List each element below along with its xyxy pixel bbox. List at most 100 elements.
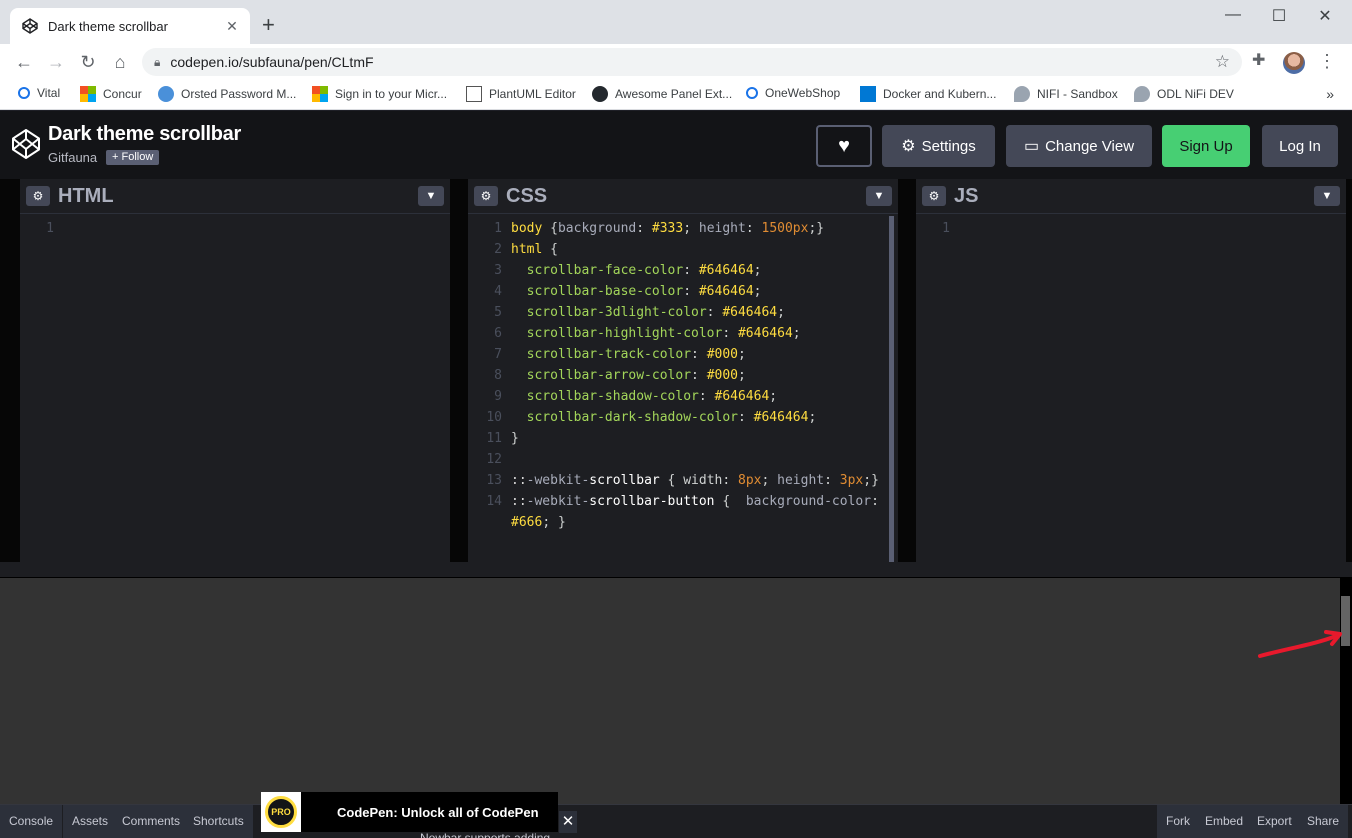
export-button[interactable]: Export (1248, 805, 1302, 838)
bookmark-item[interactable]: Awesome Panel Ext... (592, 86, 732, 102)
resize-divider[interactable] (0, 562, 1352, 578)
profile-avatar[interactable] (1283, 52, 1305, 74)
bookmark-item[interactable]: Sign in to your Micr... (312, 86, 447, 102)
pane-title-html: HTML (58, 185, 114, 207)
bookmark-item[interactable]: Concur (80, 86, 142, 102)
settings-label: Settings (921, 137, 976, 155)
bookmark-label: Docker and Kubern... (883, 87, 997, 101)
bookmark-label: Awesome Panel Ext... (615, 87, 733, 101)
codepen-favicon-icon (22, 18, 38, 34)
browser-menu-icon[interactable]: ⋮ (1318, 51, 1336, 72)
gear-icon[interactable]: ⚙ (26, 186, 50, 206)
line-number: 12 (486, 452, 502, 467)
gear-icon[interactable]: ⚙ (474, 186, 498, 206)
settings-button[interactable]: ⚙ Settings (882, 125, 995, 167)
reload-icon[interactable]: ↻ (76, 50, 100, 74)
back-icon[interactable]: ← (12, 50, 36, 74)
code-line: ::-webkit-scrollbar-button { background-… (511, 494, 887, 530)
bookmark-label: Orsted Password M... (181, 87, 297, 101)
line-number: 11 (486, 431, 502, 446)
code-line: scrollbar-3dlight-color: #646464; (526, 305, 785, 320)
css-editor-scrollbar[interactable] (889, 216, 894, 562)
js-editor[interactable]: ⚙ JS ▼ 1 (916, 179, 1346, 562)
minimize-icon[interactable]: — (1210, 6, 1256, 24)
annotation-arrow (1258, 630, 1342, 658)
editor-area: ⚙ HTML ▼ 1 ⚙ CSS ▼ 1 body {background: #3… (0, 179, 1352, 562)
css-pane-header: ⚙ CSS ▼ (468, 179, 898, 214)
js-pane-header: ⚙ JS ▼ (916, 179, 1346, 214)
pro-badge-icon: PRO (265, 796, 297, 828)
tab-close-icon[interactable]: ✕ (224, 18, 240, 35)
share-button[interactable]: Share (1298, 805, 1350, 838)
assets-button[interactable]: Assets (63, 805, 119, 838)
sign-up-button[interactable]: Sign Up (1162, 125, 1250, 167)
home-icon[interactable]: ⌂ (108, 50, 132, 74)
bookmark-star-icon[interactable]: ☆ (1215, 52, 1230, 72)
bookmarks-bar: Vital Concur Orsted Password M... Sign i… (0, 80, 1352, 110)
code-line: ::-webkit-scrollbar { width: 8px; height… (511, 473, 879, 488)
maximize-icon[interactable]: ☐ (1256, 6, 1302, 26)
azure-icon (860, 86, 876, 102)
shortcuts-button[interactable]: Shortcuts (184, 805, 254, 838)
bookmark-item[interactable]: ODL NiFi DEV (1134, 86, 1234, 102)
bookmark-item[interactable]: PlantUML Editor (466, 86, 576, 102)
bookmark-label: ODL NiFi DEV (1157, 87, 1234, 101)
window-close-icon[interactable]: ✕ (1302, 6, 1348, 26)
microsoft-icon (312, 86, 328, 102)
bookmark-item[interactable]: Docker and Kubern... (860, 86, 996, 102)
browser-tab[interactable]: Dark theme scrollbar ✕ (10, 8, 250, 44)
bookmark-item[interactable]: NIFI - Sandbox (1014, 86, 1118, 102)
css-code[interactable]: 1 body {background: #333; height: 1500px;… (468, 216, 898, 562)
footer-bar: Console Assets Comments Shortcuts Fork E… (0, 804, 1352, 838)
address-bar[interactable]: 🔒︎ codepen.io/subfauna/pen/CLtmF ☆ (142, 48, 1242, 76)
chevron-down-icon[interactable]: ▼ (418, 186, 444, 206)
url-text: codepen.io/subfauna/pen/CLtmF (170, 54, 374, 70)
line-number: 2 (494, 242, 502, 257)
fork-button[interactable]: Fork (1157, 805, 1200, 838)
nifi-icon (1014, 86, 1030, 102)
bookmark-item[interactable]: OneWebShop (746, 86, 840, 100)
html-code[interactable]: 1 (20, 216, 450, 562)
pen-title: Dark theme scrollbar (48, 123, 241, 145)
chevron-down-icon[interactable]: ▼ (1314, 186, 1340, 206)
console-button[interactable]: Console (0, 805, 64, 838)
more-bookmarks-icon[interactable]: » (1326, 86, 1334, 102)
microsoft-icon (80, 86, 96, 102)
code-line: scrollbar-track-color: #000; (526, 347, 746, 362)
js-code[interactable]: 1 (916, 216, 1346, 562)
gear-icon[interactable]: ⚙ (922, 186, 946, 206)
code-line: scrollbar-dark-shadow-color: #646464; (526, 410, 817, 425)
line-number: 14 (486, 494, 502, 509)
like-button[interactable]: ♥ (816, 125, 872, 167)
forward-icon[interactable]: → (44, 50, 68, 74)
change-view-label: Change View (1045, 137, 1135, 155)
log-in-button[interactable]: Log In (1262, 125, 1338, 167)
pen-author[interactable]: Gitfauna (48, 150, 97, 165)
preview-frame (0, 578, 1352, 804)
change-view-button[interactable]: ▭ Change View (1006, 125, 1152, 167)
comments-button[interactable]: Comments (113, 805, 191, 838)
chevron-down-icon[interactable]: ▼ (866, 186, 892, 206)
css-editor[interactable]: ⚙ CSS ▼ 1 body {background: #333; height:… (468, 179, 898, 562)
html-editor[interactable]: ⚙ HTML ▼ 1 (20, 179, 450, 562)
code-line: scrollbar-arrow-color: #000; (526, 368, 746, 383)
pane-title-css: CSS (506, 185, 548, 207)
bookmark-label: OneWebShop (765, 86, 841, 100)
code-line: scrollbar-base-color: #646464; (526, 284, 762, 299)
globe-icon (158, 86, 174, 102)
power-icon (18, 87, 30, 99)
new-tab-icon[interactable]: + (262, 14, 275, 36)
pro-promo-banner[interactable]: PRO CodePen: Unlock all of CodePen (261, 792, 558, 832)
line-number: 1 (494, 221, 502, 236)
extensions-icon[interactable]: ✚ (1252, 50, 1265, 70)
codepen-logo-icon[interactable] (10, 128, 42, 160)
line-number: 5 (494, 305, 502, 320)
bookmark-item[interactable]: Vital (18, 86, 60, 100)
bookmark-item[interactable]: Orsted Password M... (158, 86, 296, 102)
follow-button[interactable]: + Follow (106, 150, 160, 165)
close-icon[interactable]: ✕ (559, 811, 577, 833)
line-number: 1 (46, 221, 54, 236)
line-number: 10 (486, 410, 502, 425)
embed-button[interactable]: Embed (1196, 805, 1254, 838)
bookmark-label: Sign in to your Micr... (335, 87, 448, 101)
